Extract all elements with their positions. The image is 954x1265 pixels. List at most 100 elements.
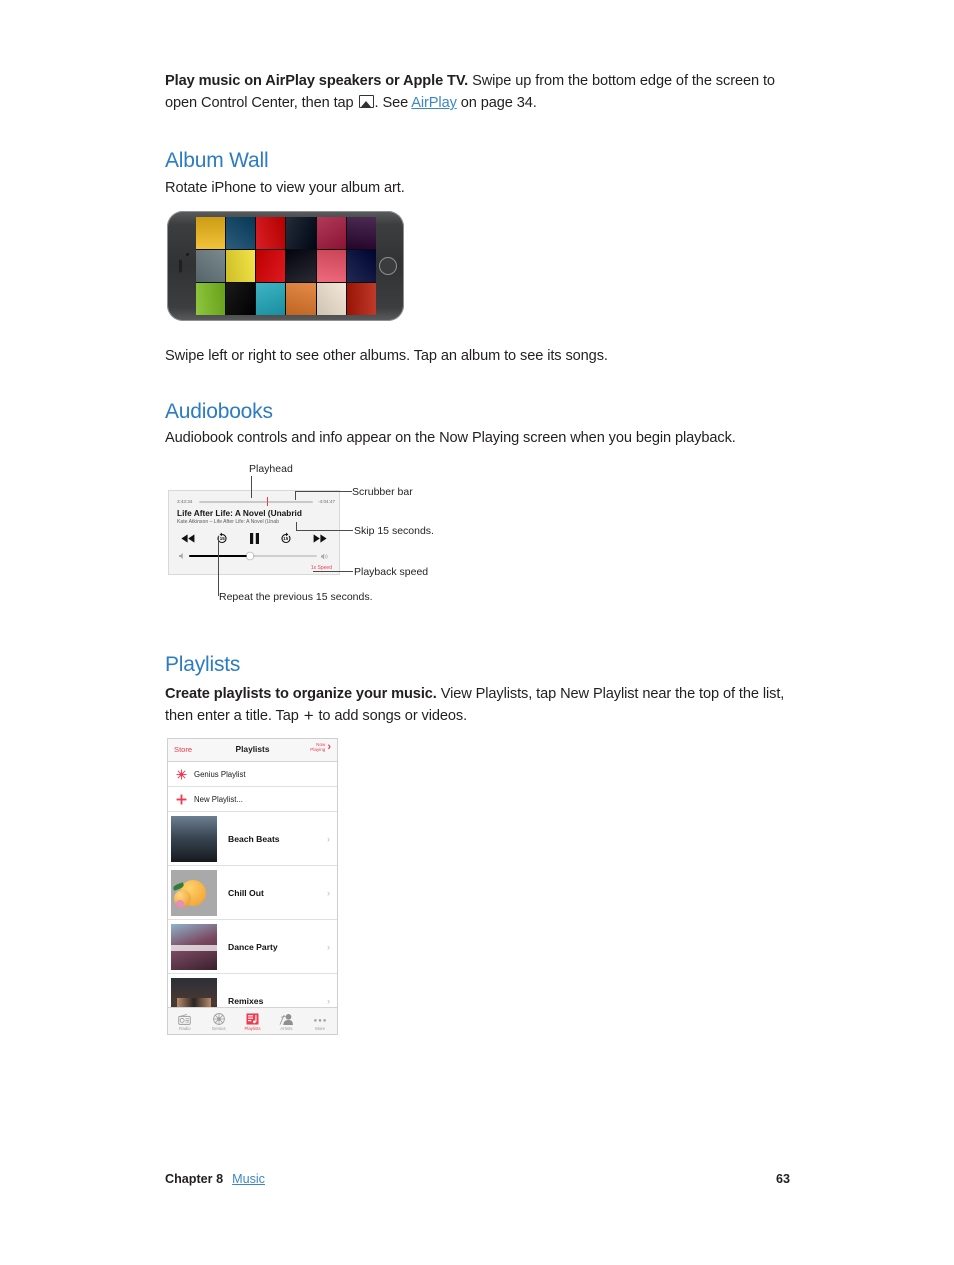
list-item[interactable]: Chill Out › bbox=[168, 866, 337, 920]
document-page: Play music on AirPlay speakers or Apple … bbox=[0, 0, 954, 1265]
earpiece-speaker-icon bbox=[179, 259, 182, 273]
pause-button[interactable] bbox=[249, 532, 259, 544]
album-art-tile[interactable] bbox=[316, 250, 346, 282]
playhead-marker[interactable] bbox=[267, 497, 269, 506]
album-art bbox=[171, 923, 217, 970]
intro-bold-lead: Play music on AirPlay speakers or Apple … bbox=[165, 73, 469, 89]
audiobooks-subtitle-text: Audiobook controls and info appear on th… bbox=[165, 430, 736, 446]
volume-low-icon bbox=[179, 553, 183, 559]
tab-genius[interactable]: Genius bbox=[202, 1008, 236, 1034]
chevron-right-icon: › bbox=[327, 833, 330, 844]
tab-artists-label: Artists bbox=[280, 1025, 293, 1031]
tab-playlists[interactable]: Playlists bbox=[236, 1008, 270, 1034]
audiobook-artist-subtitle: Kate Atkinson – Life After Life: A Novel… bbox=[177, 519, 279, 525]
album-art bbox=[171, 869, 217, 916]
album-art-tile[interactable] bbox=[316, 283, 346, 315]
album-art-tile[interactable] bbox=[256, 283, 286, 315]
leader-line-scrubber-v bbox=[295, 491, 296, 500]
tab-artists[interactable]: Artists bbox=[269, 1008, 303, 1034]
album-art-tile[interactable] bbox=[316, 217, 346, 249]
new-playlist-label: New Playlist... bbox=[194, 794, 243, 804]
volume-slider[interactable] bbox=[179, 551, 329, 561]
tab-radio[interactable]: Radio bbox=[168, 1008, 202, 1034]
rewind-button[interactable] bbox=[181, 533, 195, 543]
footer-row: Chapter 8 Music 63 bbox=[165, 1172, 790, 1186]
playlist-name: Dance Party bbox=[228, 941, 278, 952]
footer-page-number: 63 bbox=[775, 1172, 790, 1186]
album-art bbox=[171, 815, 217, 862]
home-button-icon bbox=[379, 257, 397, 275]
leader-line-skip-v bbox=[296, 522, 297, 531]
leader-line-playhead bbox=[251, 476, 252, 498]
intro-text: Play music on AirPlay speakers or Apple … bbox=[165, 70, 790, 114]
album-art-tile[interactable] bbox=[346, 283, 376, 315]
page-footer: Chapter 8 Music 63 bbox=[165, 1172, 790, 1186]
scrubber-track[interactable] bbox=[199, 501, 313, 503]
footer-section-link[interactable]: Music bbox=[232, 1172, 265, 1186]
album-art-tile[interactable] bbox=[286, 283, 316, 315]
tab-bar: Radio Genius Playlists Artists More bbox=[168, 1007, 337, 1034]
album-art-tile[interactable] bbox=[226, 283, 256, 315]
volume-knob[interactable] bbox=[246, 552, 254, 560]
iphone-device-landscape bbox=[167, 211, 404, 321]
album-wall-caption-text: Swipe left or right to see other albums.… bbox=[165, 348, 608, 364]
playlist-name: Remixes bbox=[228, 995, 264, 1006]
now-playing-panel: 3:43:34 -4:04:47 Life After Life: A Nove… bbox=[168, 490, 340, 575]
album-art-tile[interactable] bbox=[226, 217, 256, 249]
album-art-tile[interactable] bbox=[256, 250, 286, 282]
scrubber-bar[interactable]: 3:43:34 -4:04:47 bbox=[177, 497, 335, 506]
skip-forward-15-button[interactable]: 15 bbox=[280, 532, 292, 544]
album-art-tile[interactable] bbox=[286, 217, 316, 249]
new-playlist-row[interactable]: New Playlist... bbox=[168, 787, 337, 812]
playback-controls: 15 15 bbox=[177, 529, 331, 547]
album-art-tile[interactable] bbox=[256, 217, 286, 249]
iphone-playlists-figure: Store Playlists Now Playing › Genius Pla… bbox=[167, 738, 338, 1035]
chevron-right-icon: › bbox=[327, 740, 331, 753]
audiobook-title: Life After Life: A Novel (Unabrid bbox=[177, 508, 302, 518]
tab-radio-label: Radio bbox=[179, 1025, 191, 1031]
iphone-screen-playlists: Store Playlists Now Playing › Genius Pla… bbox=[167, 738, 338, 1035]
airplay-icon bbox=[358, 95, 374, 108]
audiobooks-subtitle: Audiobook controls and info appear on th… bbox=[165, 427, 790, 449]
callout-playhead: Playhead bbox=[249, 463, 293, 475]
callout-scrubber-bar: Scrubber bar bbox=[352, 486, 413, 498]
fast-forward-button[interactable] bbox=[313, 533, 327, 543]
now-playing-line2: Playing bbox=[310, 747, 326, 753]
volume-track[interactable] bbox=[189, 552, 317, 560]
audiobooks-section-heading: Audiobooks bbox=[165, 399, 790, 425]
playlists-body-text: Create playlists to organize your music.… bbox=[165, 686, 785, 725]
leader-line-repeat-v bbox=[218, 536, 219, 596]
chevron-right-icon: › bbox=[327, 887, 330, 898]
audiobook-now-playing-figure: 3:43:34 -4:04:47 Life After Life: A Nove… bbox=[165, 460, 625, 610]
album-art-tile[interactable] bbox=[346, 250, 376, 282]
list-item[interactable]: Beach Beats › bbox=[168, 812, 337, 866]
leader-line-speed bbox=[313, 571, 353, 572]
playlist-name: Beach Beats bbox=[228, 833, 280, 844]
album-wall-subtitle: Rotate iPhone to view your album art. bbox=[165, 177, 790, 199]
intro-paragraph: Play music on AirPlay speakers or Apple … bbox=[165, 70, 790, 114]
genius-icon bbox=[175, 768, 187, 780]
album-art-tile[interactable] bbox=[226, 250, 256, 282]
album-art-tile[interactable] bbox=[196, 217, 226, 249]
artists-icon bbox=[279, 1012, 294, 1025]
callout-repeat-15: Repeat the previous 15 seconds. bbox=[219, 591, 373, 603]
intro-text-3: on page 34. bbox=[456, 95, 537, 111]
album-art-tile[interactable] bbox=[286, 250, 316, 282]
album-art-tile[interactable] bbox=[196, 283, 226, 315]
now-playing-button[interactable]: Now Playing › bbox=[310, 740, 331, 753]
album-art-tile[interactable] bbox=[346, 217, 376, 249]
volume-high-icon bbox=[321, 553, 328, 559]
airplay-link[interactable]: AirPlay bbox=[411, 95, 457, 111]
audiobooks-heading-text: Audiobooks bbox=[165, 400, 273, 423]
tab-more-label: More bbox=[315, 1025, 326, 1031]
iphone-album-wall-figure bbox=[167, 211, 404, 321]
tab-more[interactable]: More bbox=[303, 1008, 337, 1034]
front-camera-icon bbox=[186, 252, 189, 256]
more-icon bbox=[313, 1012, 327, 1025]
list-item[interactable]: Dance Party › bbox=[168, 920, 337, 974]
genius-icon bbox=[212, 1012, 225, 1025]
album-wall-subtitle-text: Rotate iPhone to view your album art. bbox=[165, 180, 405, 196]
album-art-tile[interactable] bbox=[196, 250, 226, 282]
genius-playlist-row[interactable]: Genius Playlist bbox=[168, 762, 337, 787]
tab-genius-label: Genius bbox=[211, 1025, 226, 1031]
